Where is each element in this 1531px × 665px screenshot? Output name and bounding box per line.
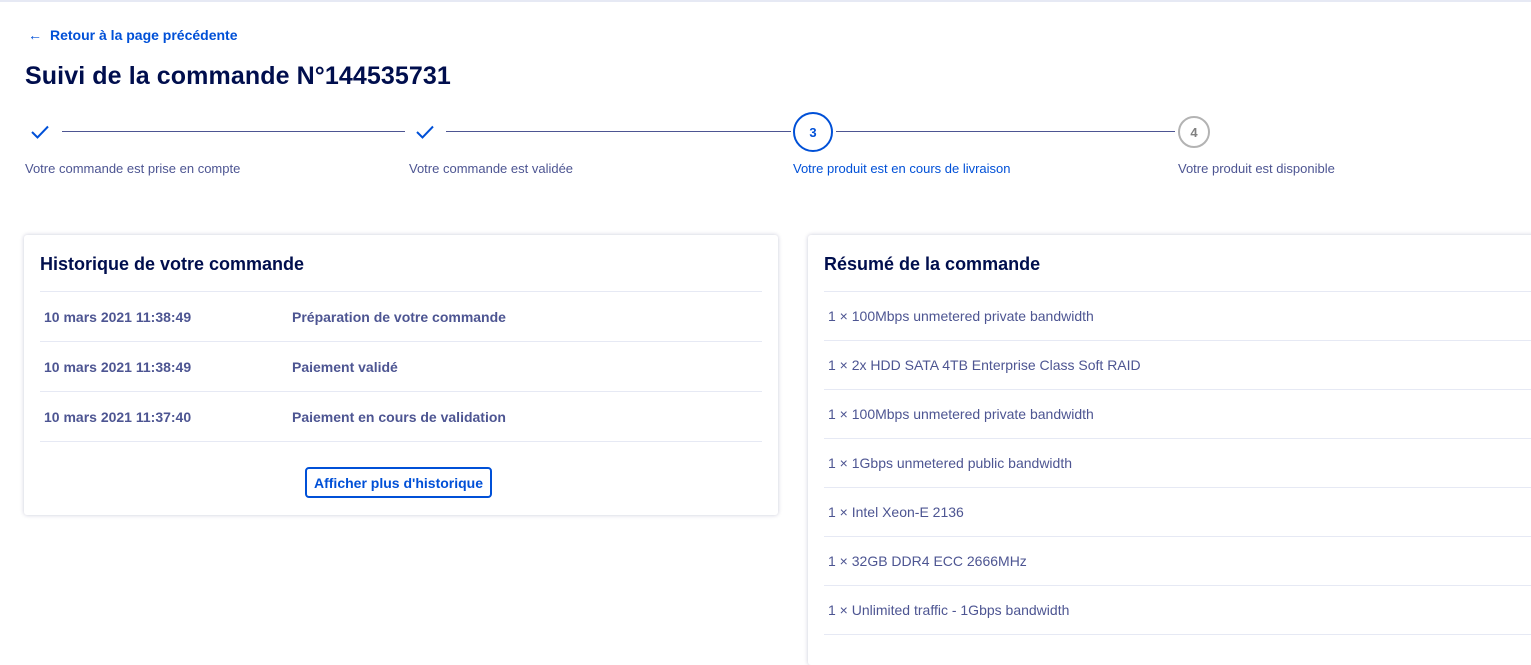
- summary-item: 1 × 1Gbps unmetered public bandwidth: [824, 438, 1531, 487]
- step-1-label: Votre commande est prise en compte: [25, 161, 241, 176]
- history-event: Paiement validé: [292, 358, 398, 375]
- history-row: 10 mars 2021 11:38:49 Paiement validé: [40, 341, 762, 391]
- step-4-marker: 4: [1174, 112, 1214, 152]
- history-list: 10 mars 2021 11:38:49 Préparation de vot…: [40, 291, 762, 442]
- summary-item: 1 × 32GB DDR4 ECC 2666MHz: [824, 536, 1531, 585]
- summary-divider: [824, 634, 1531, 635]
- history-date: 10 mars 2021 11:38:49: [44, 358, 192, 375]
- summary-card: Résumé de la commande 1 × 100Mbps unmete…: [808, 235, 1531, 665]
- summary-item: 1 × 100Mbps unmetered private bandwidth: [824, 389, 1531, 438]
- summary-title: Résumé de la commande: [824, 254, 1041, 274]
- step-4-number: 4: [1178, 116, 1210, 148]
- show-more-history-button[interactable]: Afficher plus d'historique: [305, 467, 493, 498]
- history-divider: [40, 441, 762, 442]
- summary-item: 1 × Intel Xeon-E 2136: [824, 487, 1531, 536]
- step-1-marker: [20, 112, 60, 152]
- step-3-marker: 3: [793, 112, 833, 152]
- top-border: [0, 0, 1531, 2]
- page-title: Suivi de la commande N°144535731: [25, 62, 451, 90]
- order-stepper: Votre commande est prise en compte Votre…: [0, 112, 1531, 182]
- summary-list: 1 × 100Mbps unmetered private bandwidth …: [824, 291, 1531, 635]
- check-icon: [31, 125, 49, 139]
- step-4-label: Votre produit est disponible: [1178, 161, 1335, 176]
- step-2-marker: [405, 112, 445, 152]
- history-date: 10 mars 2021 11:38:49: [44, 308, 192, 325]
- history-event: Paiement en cours de validation: [292, 408, 506, 425]
- history-title: Historique de votre commande: [40, 254, 305, 274]
- step-3-label: Votre produit est en cours de livraison: [793, 161, 1011, 176]
- summary-item: 1 × 2x HDD SATA 4TB Enterprise Class Sof…: [824, 340, 1531, 389]
- history-card: Historique de votre commande 10 mars 202…: [24, 235, 778, 515]
- step-2-label: Votre commande est validée: [409, 161, 574, 176]
- summary-item: 1 × 100Mbps unmetered private bandwidth: [824, 291, 1531, 340]
- arrow-left-icon: ←: [28, 27, 42, 43]
- history-row: 10 mars 2021 11:37:40 Paiement en cours …: [40, 391, 762, 441]
- check-icon: [416, 125, 434, 139]
- summary-item: 1 × Unlimited traffic - 1Gbps bandwidth: [824, 585, 1531, 634]
- history-event: Préparation de votre commande: [292, 308, 506, 325]
- history-date: 10 mars 2021 11:37:40: [44, 408, 192, 425]
- step-connector: [836, 131, 1175, 132]
- history-row: 10 mars 2021 11:38:49 Préparation de vot…: [40, 291, 762, 341]
- step-connector: [446, 131, 791, 132]
- step-3-number: 3: [793, 112, 833, 152]
- step-connector: [62, 131, 405, 132]
- back-link[interactable]: ← Retour à la page précédente: [28, 27, 238, 43]
- back-link-label: Retour à la page précédente: [50, 27, 238, 43]
